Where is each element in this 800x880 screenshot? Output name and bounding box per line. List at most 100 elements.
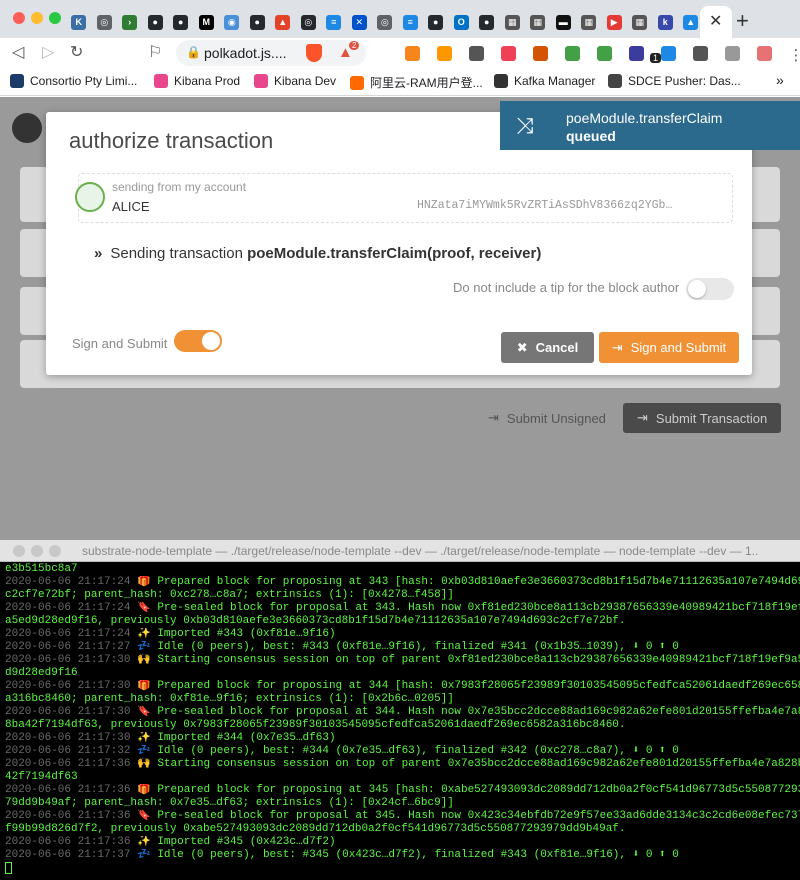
cancel-button[interactable]: ✖ Cancel xyxy=(501,332,594,363)
tab-favicon-17-icon: ● xyxy=(479,14,495,30)
terminal-line: 2020-06-06 21:17:36 🎁 Prepared block for… xyxy=(5,784,800,797)
circle-icon[interactable] xyxy=(716,40,748,66)
close-window-button[interactable] xyxy=(13,12,25,24)
submit-transaction-button[interactable]: ⇥ Submit Transaction xyxy=(623,403,781,433)
bookmark-icon[interactable]: ⚐ xyxy=(148,42,162,62)
bookmark-item[interactable]: 阿里云-RAM用户登... xyxy=(350,74,483,91)
bookmark-item[interactable]: Consortio Pty Limi... xyxy=(10,74,137,88)
tab-favicon-1-icon: K xyxy=(71,14,87,30)
tab-23[interactable]: ▦ xyxy=(627,6,653,38)
tab-20[interactable]: ▬ xyxy=(551,6,577,38)
polkadot-ext-icon-glyph xyxy=(660,45,676,61)
tip-label: Do not include a tip for the block autho… xyxy=(453,280,680,295)
brave-shield-icon[interactable] xyxy=(306,44,322,62)
tab-14[interactable]: ≡ xyxy=(398,6,424,38)
ni-icon[interactable] xyxy=(524,40,556,66)
tab-13[interactable]: ◎ xyxy=(372,6,398,38)
tab-18[interactable]: ▦ xyxy=(500,6,526,38)
eyedropper-icon[interactable] xyxy=(460,40,492,66)
log-message: 🎁 Prepared block for proposing at 343 [h… xyxy=(137,576,800,588)
tab-11[interactable]: ≡ xyxy=(321,6,347,38)
tab-3[interactable]: › xyxy=(117,6,143,38)
terminal-prompt[interactable] xyxy=(5,862,800,875)
tab-9[interactable]: ▲ xyxy=(270,6,296,38)
rss-icon[interactable] xyxy=(428,40,460,66)
zoom-window-button[interactable] xyxy=(49,12,61,24)
tab-16[interactable]: O xyxy=(449,6,475,38)
record-icon[interactable] xyxy=(748,40,780,66)
log-timestamp: 2020-06-06 21:17:30 xyxy=(5,732,138,744)
tab-7[interactable]: ◉ xyxy=(219,6,245,38)
sign-and-submit-button[interactable]: ⇥ Sign and Submit xyxy=(599,332,739,363)
tab-10[interactable]: ◎ xyxy=(296,6,322,38)
tab-19[interactable]: ▦ xyxy=(525,6,551,38)
tab-favicon-15-icon: ● xyxy=(428,14,444,30)
terminal-line: 2020-06-06 21:17:37 💤 Idle (0 peers), be… xyxy=(5,849,800,862)
terminal-line: 2020-06-06 21:17:32 💤 Idle (0 peers), be… xyxy=(5,745,800,758)
bookmark-item[interactable]: Kafka Manager xyxy=(494,74,595,88)
pocket-icon[interactable] xyxy=(492,40,524,66)
account-name: ALICE xyxy=(112,199,150,214)
s-icon[interactable] xyxy=(684,40,716,66)
shield-icon[interactable] xyxy=(556,40,588,66)
more-bookmarks-button[interactable]: » xyxy=(776,72,784,88)
log-message: ✨ Imported #344 (0x7e35…df63) xyxy=(137,732,336,744)
tab-15[interactable]: ● xyxy=(423,6,449,38)
tab-12[interactable]: ✕ xyxy=(347,6,373,38)
tab-24[interactable]: k xyxy=(653,6,679,38)
log-timestamp: 2020-06-06 21:17:30 xyxy=(5,654,138,666)
extensions-bar: ⋮ xyxy=(396,40,800,66)
bookmark-item[interactable]: SDCE Pusher: Das... xyxy=(608,74,741,88)
bookmarks-bar: » Consortio Pty Limi... Kibana Prod Kibana… xyxy=(0,68,800,96)
bookmark-item[interactable]: Kibana Dev xyxy=(254,74,336,88)
tab-6[interactable]: M xyxy=(194,6,220,38)
tab-5[interactable]: ● xyxy=(168,6,194,38)
bookmark-item[interactable]: Kibana Prod xyxy=(154,74,240,88)
refresh-icon[interactable] xyxy=(588,40,620,66)
log-message: 🔖 Pre-sealed block for proposal at 344. … xyxy=(137,706,800,718)
minimize-window-button[interactable] xyxy=(31,545,43,557)
forward-icon[interactable]: ▷ xyxy=(42,42,54,62)
submit-unsigned-button[interactable]: ⇥ Submit Unsigned xyxy=(488,403,606,433)
log-message: f99b99d826d7f2, previously 0xabe52749309… xyxy=(5,823,626,835)
log-message: e3b515bc8a7 xyxy=(5,563,78,575)
tab-21[interactable]: ▦ xyxy=(576,6,602,38)
new-tab-button[interactable]: + xyxy=(736,8,749,34)
tab-8[interactable]: ● xyxy=(245,6,271,38)
sign-and-submit-label: Sign and Submit xyxy=(630,340,727,355)
tab-4[interactable]: ● xyxy=(143,6,169,38)
tab-17[interactable]: ● xyxy=(474,6,500,38)
close-tab-icon[interactable]: ✕ xyxy=(709,11,722,31)
log-message: 🎁 Prepared block for proposing at 344 [h… xyxy=(137,680,800,692)
transaction-status-notification[interactable]: ⤨ poeModule.transferClaim queued xyxy=(500,101,800,150)
minimize-window-button[interactable] xyxy=(31,12,43,24)
terminal-line: 2020-06-06 21:17:30 ✨ Imported #344 (0x7… xyxy=(5,732,800,745)
navigation-bar: ◁ ▷ ↻ ⚐ 🔒 polkadot.js.... ▲ 2 ⋮ 1 xyxy=(0,38,800,68)
terminal-output[interactable]: e3b515bc8a7 2020-06-06 21:17:24 🎁 Prepare… xyxy=(5,563,800,875)
zoom-window-button[interactable] xyxy=(49,545,61,557)
ethereum-icon[interactable] xyxy=(620,40,652,66)
polkadot-page: ⇥ Submit Unsigned ⇥ Submit Transaction a… xyxy=(0,97,800,540)
tip-toggle[interactable] xyxy=(686,278,734,300)
log-timestamp: 2020-06-06 21:17:37 xyxy=(5,849,138,861)
tab-2[interactable]: ◎ xyxy=(92,6,118,38)
sign-submit-toggle[interactable] xyxy=(174,330,222,352)
tab-favicon-6-icon: M xyxy=(198,14,214,30)
account-identicon xyxy=(75,182,105,212)
reload-icon[interactable]: ↻ xyxy=(70,42,83,62)
browser-window: K ◎ › ● ● M ◉ ● ▲ ◎ ≡ ✕ ◎ ≡ ● O ● ▦ ▦ ▬ ▦ ▶ ▦ k ▲ ✕ + ◁ ▷ ↻ ⚐ 🔒 … xyxy=(0,0,800,540)
log-message: 79dd9b49af; parent_hash: 0x7e35…df63; ex… xyxy=(5,797,454,809)
tab-22[interactable]: ▶ xyxy=(602,6,628,38)
tab-favicon-24-icon: k xyxy=(657,14,673,30)
back-icon[interactable]: ◁ xyxy=(12,42,24,62)
menu-dots-icon[interactable]: ⋮ xyxy=(780,40,800,66)
close-window-button[interactable] xyxy=(13,545,25,557)
url-text[interactable]: polkadot.js.... xyxy=(204,45,287,61)
tab-favicon-23-icon: ▦ xyxy=(632,14,648,30)
metamask-icon-glyph xyxy=(404,45,420,61)
metamask-icon[interactable] xyxy=(396,40,428,66)
account-selector[interactable]: sending from my account ALICE HNZata7iMY… xyxy=(75,173,733,223)
tab-1[interactable]: K xyxy=(66,6,92,38)
sign-submit-label: Sign and Submit xyxy=(72,336,168,351)
log-message: ✨ Imported #345 (0x423c…d7f2) xyxy=(137,836,336,848)
